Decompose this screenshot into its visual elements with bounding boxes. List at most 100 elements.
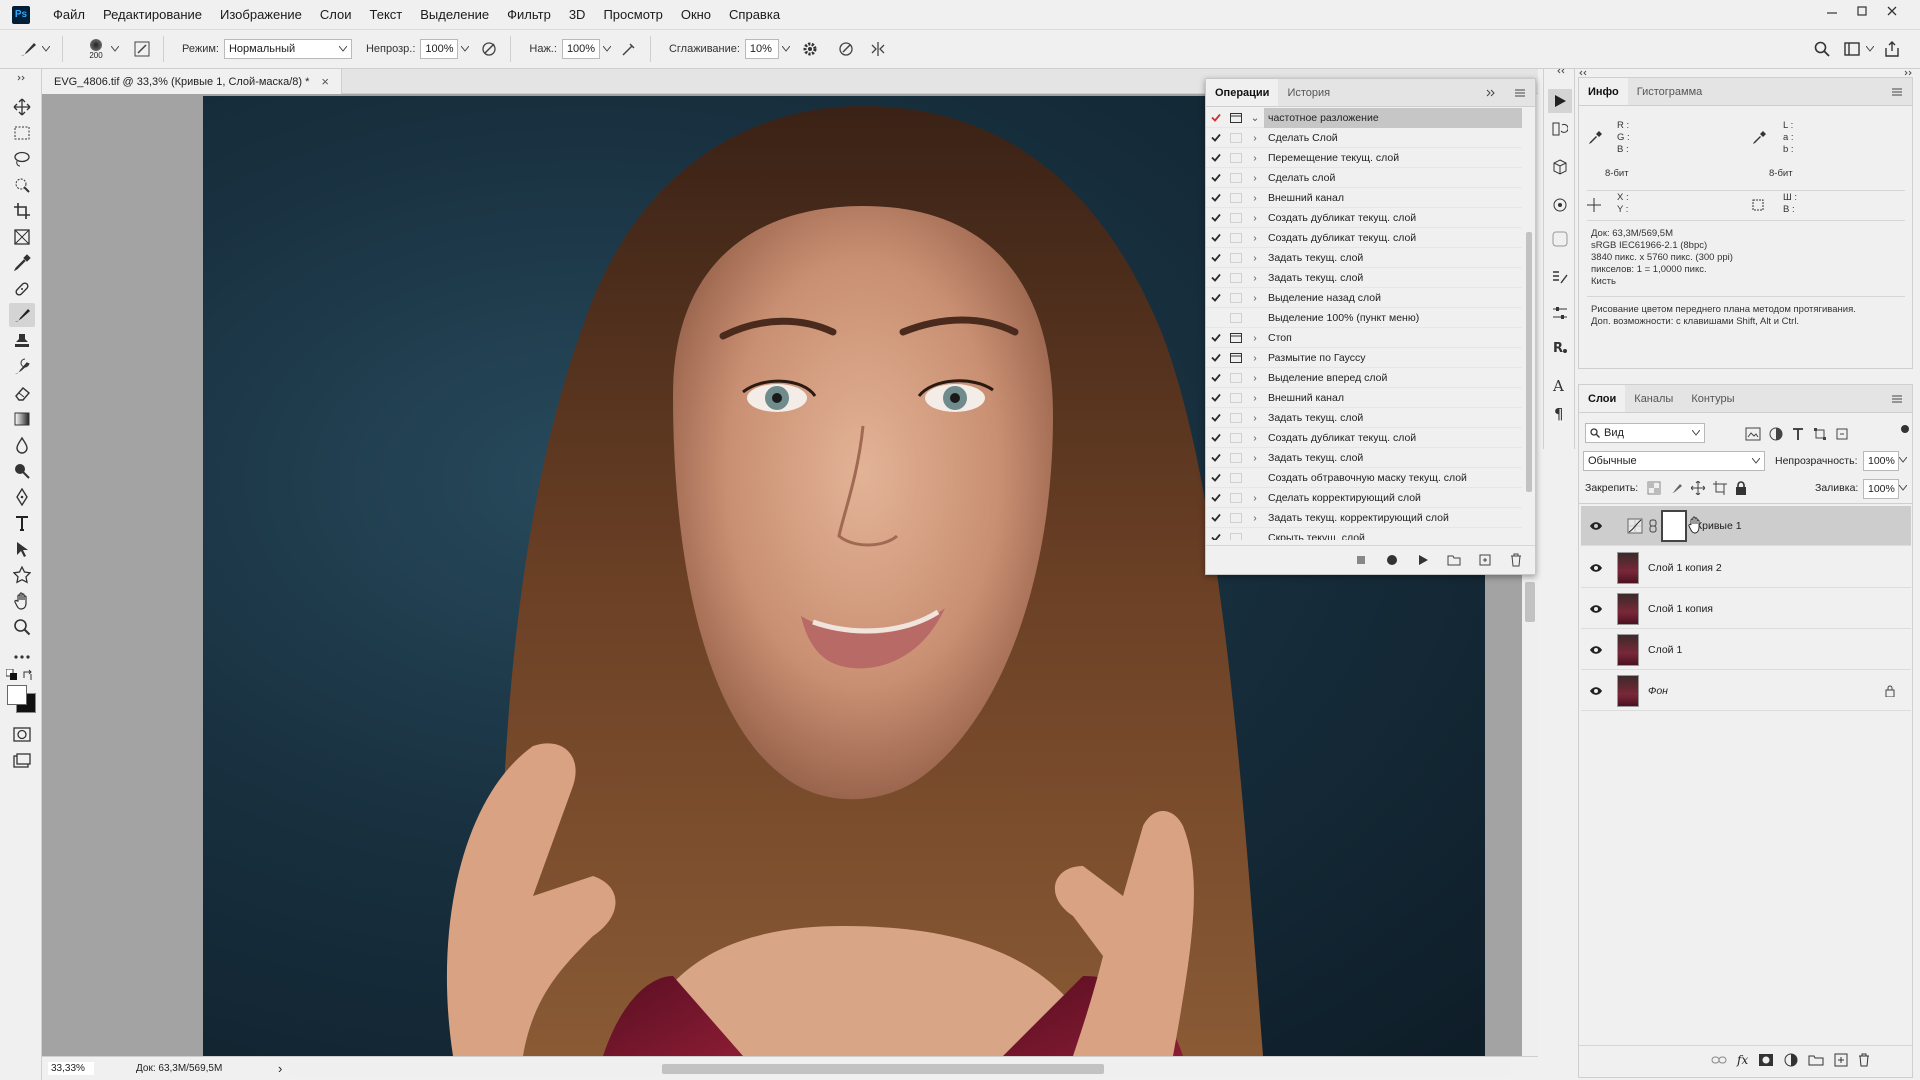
brush-tool-icon[interactable] — [9, 303, 35, 327]
lock-pixels-icon[interactable] — [1669, 481, 1683, 495]
chevron-down-icon[interactable] — [1899, 485, 1907, 491]
link-layers-icon[interactable] — [1711, 1055, 1727, 1065]
menu-image[interactable]: Изображение — [211, 0, 311, 29]
action-row[interactable]: › Создать дубликат текущ. слой — [1206, 208, 1522, 228]
toggle-dialog-icon[interactable] — [1226, 392, 1246, 403]
gradient-tool-icon[interactable] — [9, 407, 35, 431]
dodge-tool-icon[interactable] — [9, 459, 35, 483]
foreground-color-swatch[interactable] — [7, 685, 27, 705]
expand-toggle-icon[interactable]: › — [1246, 292, 1264, 304]
toggle-item-checkbox[interactable] — [1206, 333, 1226, 342]
toggle-dialog-icon[interactable] — [1226, 352, 1246, 363]
toggle-item-checkbox[interactable] — [1206, 513, 1226, 522]
lock-icon[interactable] — [1885, 685, 1895, 697]
history-panel-icon[interactable] — [1548, 117, 1572, 141]
layer-row-layer-1[interactable]: Слой 1 — [1581, 630, 1911, 670]
color-panel-icon[interactable] — [1548, 193, 1572, 217]
swap-colors-icon[interactable] — [22, 669, 34, 681]
shape-tool-icon[interactable] — [9, 563, 35, 587]
expand-toggle-icon[interactable]: › — [1246, 372, 1264, 384]
panel-menu-icon[interactable] — [1882, 385, 1912, 412]
properties-panel-icon[interactable]: R — [1548, 335, 1572, 359]
minimize-icon[interactable] — [1818, 0, 1846, 22]
expand-toggle-icon[interactable]: › — [1246, 272, 1264, 284]
toggle-item-checkbox[interactable] — [1206, 493, 1226, 502]
new-action-icon[interactable] — [1474, 549, 1496, 571]
paragraph-panel-icon[interactable]: ¶ — [1548, 401, 1572, 425]
new-set-icon[interactable] — [1443, 549, 1465, 571]
history-brush-tool-icon[interactable] — [9, 355, 35, 379]
toggle-item-checkbox[interactable] — [1206, 533, 1226, 540]
action-row[interactable]: › Создать дубликат текущ. слой — [1206, 228, 1522, 248]
restore-icon[interactable] — [1848, 0, 1876, 22]
new-adjustment-icon[interactable] — [1784, 1053, 1798, 1067]
expand-toggle-icon[interactable]: › — [1246, 132, 1264, 144]
expand-toggle-icon[interactable]: › — [1246, 432, 1264, 444]
tab-channels[interactable]: Каналы — [1625, 385, 1682, 412]
menu-3d[interactable]: 3D — [560, 0, 595, 29]
smoothing-field[interactable]: 10% — [744, 39, 779, 59]
more-tools-icon[interactable] — [9, 645, 35, 669]
horizontal-scrollbar[interactable] — [290, 1061, 1511, 1076]
3d-panel-icon[interactable] — [1548, 155, 1572, 179]
tab-info[interactable]: Инфо — [1579, 78, 1628, 105]
layer-row-copy-2[interactable]: Слой 1 копия 2 — [1581, 548, 1911, 588]
lock-transparency-icon[interactable] — [1647, 481, 1661, 495]
toggle-dialog-icon[interactable] — [1226, 212, 1246, 223]
toggle-dialog-icon[interactable] — [1226, 432, 1246, 443]
mode-select[interactable]: Нормальный — [223, 39, 352, 59]
airbrush-icon[interactable] — [620, 40, 642, 58]
tab-histogram[interactable]: Гистограмма — [1628, 78, 1712, 105]
menu-view[interactable]: Просмотр — [594, 0, 671, 29]
layer-name[interactable]: Слой 1 копия 2 — [1648, 562, 1722, 574]
toggle-dialog-icon[interactable] — [1226, 152, 1246, 163]
menu-filter[interactable]: Фильтр — [498, 0, 560, 29]
crop-tool-icon[interactable] — [9, 199, 35, 223]
chevron-down-icon[interactable] — [111, 46, 123, 52]
layer-opacity-field[interactable]: 100% — [1863, 451, 1899, 471]
filter-toggle-icon[interactable] — [1901, 425, 1909, 433]
toggle-item-checkbox[interactable] — [1206, 233, 1226, 242]
chevron-down-icon[interactable] — [1899, 457, 1907, 463]
toggle-item-checkbox[interactable] — [1206, 413, 1226, 422]
brush-tool-icon[interactable] — [18, 39, 42, 59]
brush-settings-icon[interactable] — [133, 40, 155, 58]
eyedropper-tool-icon[interactable] — [9, 251, 35, 275]
action-row[interactable]: › Выделение вперед слой — [1206, 368, 1522, 388]
quick-select-tool-icon[interactable] — [9, 173, 35, 197]
swatches-panel-icon[interactable] — [1548, 227, 1572, 251]
add-mask-icon[interactable] — [1758, 1053, 1774, 1067]
toggle-item-checkbox[interactable] — [1206, 133, 1226, 142]
hand-tool-icon[interactable] — [9, 589, 35, 613]
fill-field[interactable]: 100% — [1863, 479, 1899, 499]
pen-tool-icon[interactable] — [9, 485, 35, 509]
toggle-dialog-icon[interactable] — [1226, 532, 1246, 540]
toggle-dialog-icon[interactable] — [1226, 452, 1246, 463]
expand-toggle-icon[interactable]: › — [1246, 212, 1264, 224]
layer-name[interactable]: Фон — [1648, 685, 1668, 697]
brush-preset-picker[interactable]: 200 — [81, 38, 111, 60]
chevron-down-icon[interactable] — [779, 39, 793, 59]
toggle-dialog-icon[interactable] — [1226, 492, 1246, 503]
toggle-dialog-icon[interactable] — [1226, 332, 1246, 343]
lasso-tool-icon[interactable] — [9, 147, 35, 171]
toggle-item-checkbox[interactable] — [1206, 293, 1226, 302]
tool-preset-arrow-icon[interactable] — [42, 46, 54, 52]
toggle-dialog-icon[interactable] — [1226, 172, 1246, 183]
healing-brush-tool-icon[interactable] — [9, 277, 35, 301]
eye-icon[interactable] — [1581, 686, 1611, 696]
expand-toggle-icon[interactable]: › — [1246, 352, 1264, 364]
menu-select[interactable]: Выделение — [411, 0, 498, 29]
filter-type-icon[interactable] — [1791, 427, 1805, 441]
action-row[interactable]: › Сделать корректирующий слой — [1206, 488, 1522, 508]
link-icon[interactable] — [1649, 519, 1657, 533]
expand-toggle-icon[interactable]: › — [1246, 452, 1264, 464]
toggle-dialog-icon[interactable] — [1226, 232, 1246, 243]
close-tab-icon[interactable]: × — [321, 74, 329, 89]
layer-name[interactable]: Кривые 1 — [1696, 520, 1742, 532]
path-select-tool-icon[interactable] — [9, 537, 35, 561]
gear-icon[interactable] — [801, 40, 823, 58]
action-row[interactable]: › Стоп — [1206, 328, 1522, 348]
action-row[interactable]: › Создать дубликат текущ. слой — [1206, 428, 1522, 448]
marquee-tool-icon[interactable] — [9, 121, 35, 145]
